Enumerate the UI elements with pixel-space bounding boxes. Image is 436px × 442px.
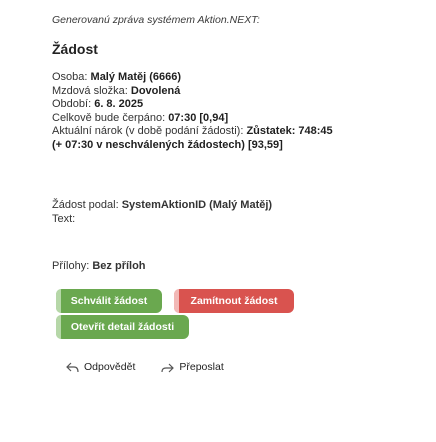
wage-value: Dovolená — [130, 84, 181, 97]
approve-button[interactable]: Schválit žádost — [56, 289, 162, 313]
approve-label: Schválit žádost — [70, 295, 148, 307]
submitted-line: Žádost podal: SystemAktionID (Malý Matěj… — [52, 199, 273, 211]
period-value: 6. 8. 2025 — [94, 98, 144, 111]
submitted-value: SystemAktionID (Malý Matěj) — [121, 199, 273, 211]
open-detail-button[interactable]: Otevřít detail žádosti — [56, 315, 189, 339]
forward-button[interactable]: Přeposlat — [153, 359, 231, 375]
generated-note: Generovanú zpráva systémem Aktion.NEXT: — [52, 14, 260, 26]
open-detail-label: Otevřít detail žádosti — [70, 321, 175, 333]
button-accent — [56, 315, 61, 339]
forward-icon — [161, 363, 175, 372]
text-label: Text: — [52, 212, 76, 225]
request-submitter: Žádost podal: SystemAktionID (Malý Matěj… — [52, 199, 272, 226]
reply-label: Odpovědět — [84, 361, 136, 373]
reply-icon — [66, 362, 79, 372]
forward-label: Přeposlat — [179, 361, 224, 373]
person-line: Osoba: Malý Matěj (6666) — [52, 71, 182, 83]
claim-extra: (+ 07:30 v neschválených žádostech) [93,… — [52, 138, 283, 151]
message-actions: Odpovědět Přeposlat — [58, 356, 232, 378]
wage-line: Mzdová složka: Dovolená — [52, 84, 181, 97]
button-accent — [174, 289, 179, 313]
request-details: Osoba: Malý Matěj (6666) Mzdová složka: … — [52, 71, 434, 153]
total-line: Celkově bude čerpáno: 07:30 [0,94] — [52, 111, 229, 124]
reject-label: Zamítnout žádost — [190, 295, 278, 307]
reject-button[interactable]: Zamítnout žádost — [174, 289, 294, 313]
button-accent — [56, 289, 61, 313]
claim-line: Aktuální nárok (v době podání žádosti): … — [52, 125, 333, 138]
reply-button[interactable]: Odpovědět — [58, 359, 143, 375]
claim-extra-line: (+ 07:30 v neschválených žádostech) [93,… — [52, 139, 434, 153]
attachments-line: Přílohy: Bez příloh — [52, 260, 146, 272]
page-title: Žádost — [52, 41, 98, 57]
person-value: Malý Matěj (6666) — [90, 71, 182, 83]
period-line: Období: 6. 8. 2025 — [52, 98, 144, 111]
claim-value: Zůstatek: 748:45 — [246, 125, 333, 138]
total-value: 07:30 [0,94] — [168, 111, 229, 124]
attachments-value: Bez příloh — [92, 260, 146, 272]
